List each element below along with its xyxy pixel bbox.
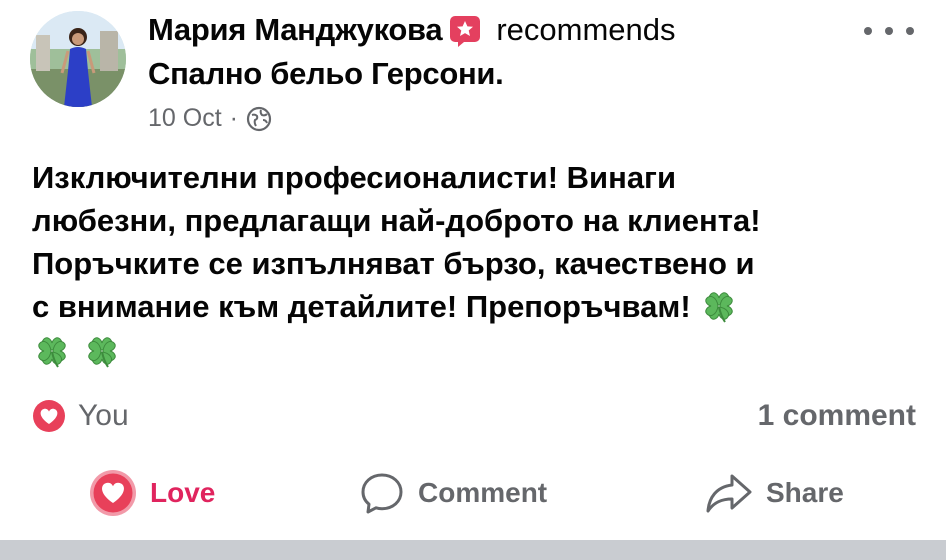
comment-button[interactable]: Comment (358, 466, 547, 520)
post-separator-bar (0, 540, 946, 560)
comment-count[interactable]: 1 comment (758, 399, 916, 433)
comment-button-label: Comment (418, 477, 548, 508)
comment-bubble-icon (361, 473, 403, 514)
post-text-line-with-emoji: с внимание към детайлите! Препоръчвам! (32, 285, 912, 329)
share-arrow-icon (706, 474, 752, 513)
post-card: Мария Манджукова recommends Спално бельо… (0, 0, 946, 560)
post-actions: Love Comment Share (0, 466, 946, 520)
share-button[interactable]: Share (704, 466, 844, 520)
post-header: Мария Манджукова recommends (148, 8, 676, 52)
recommend-star-icon (448, 14, 482, 48)
post-date[interactable]: 10 Oct (148, 104, 222, 133)
post-text-line: Поръчките се изпълняват бързо, качествен… (32, 246, 755, 281)
four-leaf-clover-icon (88, 337, 116, 368)
share-button-label: Share (766, 477, 844, 508)
reactions-summary: You 1 comment (30, 396, 916, 436)
reactions-left[interactable]: You (30, 397, 129, 435)
meta-separator: · (229, 104, 238, 132)
recommends-label: recommends (496, 12, 676, 47)
love-button-label: Love (150, 477, 216, 508)
author-avatar[interactable] (30, 11, 126, 107)
more-options-icon[interactable] (864, 16, 914, 46)
four-leaf-clover-icon (704, 292, 733, 323)
post-body: Изключителни професионалисти! Винаги люб… (32, 156, 912, 371)
recommended-page-name[interactable]: Спално бельо Герсони. (148, 56, 504, 92)
post-text-line: Изключителни професионалисти! Винаги (32, 160, 677, 195)
love-button[interactable]: Love (88, 466, 215, 520)
post-text-line: любезни, предлагащи най-доброто на клиен… (32, 203, 761, 238)
four-leaf-clover-icon (38, 337, 66, 368)
reactors-text: You (78, 399, 129, 432)
post-meta: 10 Oct · (148, 104, 272, 133)
emoji-line (32, 331, 912, 371)
post-text-line: с внимание към детайлите! Препоръчвам! (32, 289, 691, 324)
love-reaction-icon (31, 398, 67, 434)
love-reaction-icon (90, 470, 136, 516)
author-name[interactable]: Мария Манджукова (148, 12, 443, 48)
globe-icon (246, 106, 272, 131)
avatar-photo (30, 11, 126, 107)
